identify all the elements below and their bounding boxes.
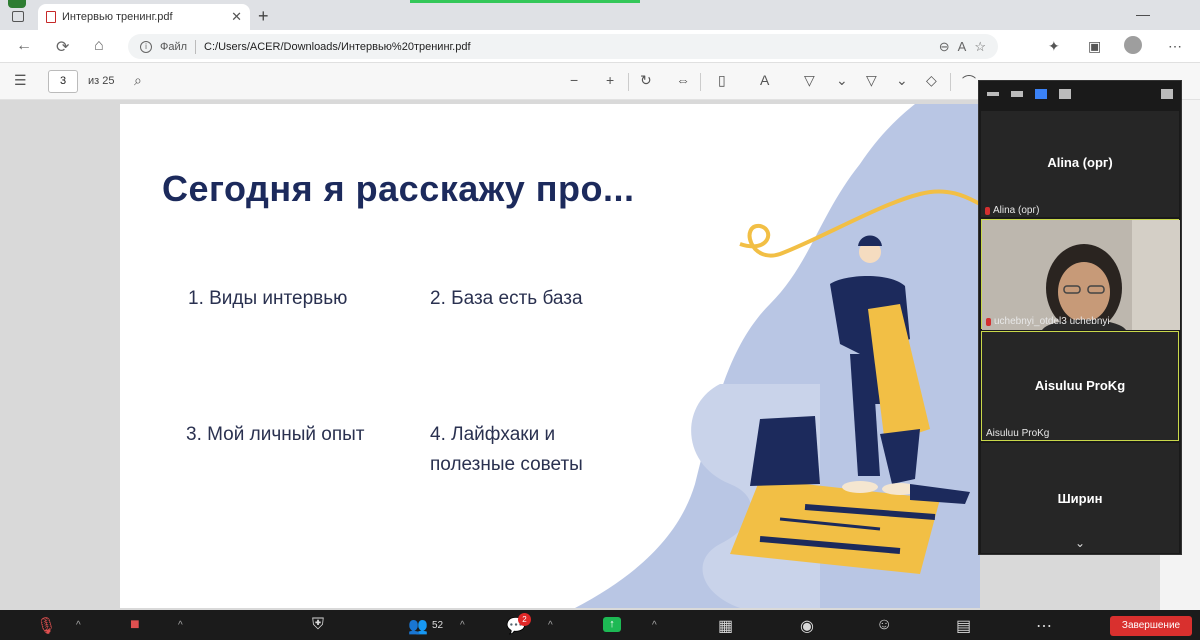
- participant-label: Alina (орг): [985, 205, 1039, 216]
- divider: [700, 73, 701, 91]
- slide-page: Сегодня я расскажу про... 1. Виды интерв…: [120, 104, 980, 608]
- participant-label-text: Alina (орг): [993, 205, 1040, 216]
- participant-name: Ширин: [1057, 491, 1103, 506]
- close-tab-icon[interactable]: ✕: [231, 9, 242, 25]
- omnibox[interactable]: i Файл C:/Users/ACER/Downloads/Интервью%…: [128, 34, 998, 59]
- page-view-icon[interactable]: ▯: [718, 72, 726, 89]
- minimize-panel-icon[interactable]: [987, 92, 999, 96]
- audio-caret-icon[interactable]: ^: [76, 620, 81, 631]
- chevron-down-icon[interactable]: ⌄: [1075, 536, 1085, 550]
- participant-label-text: uchebnyi_otdel3 uchebnyi: [994, 316, 1110, 327]
- home-icon[interactable]: ⌂: [94, 37, 104, 55]
- video-feed: [982, 220, 1180, 330]
- info-icon[interactable]: i: [140, 40, 152, 53]
- participants-caret-icon[interactable]: ^: [460, 620, 465, 631]
- rotate-icon[interactable]: ↻: [640, 72, 652, 89]
- refresh-icon[interactable]: ⟳: [56, 37, 69, 57]
- participants-count: 52: [432, 620, 444, 631]
- divider: [950, 73, 951, 91]
- eraser-icon[interactable]: ◇: [926, 72, 937, 89]
- muted-mic-icon: [985, 206, 990, 215]
- zoom-icon[interactable]: ⊖: [939, 39, 950, 55]
- participants-icon[interactable]: 👥: [408, 616, 428, 636]
- more-icon[interactable]: ⋯: [1168, 38, 1182, 55]
- divider: [195, 39, 197, 54]
- participant-tile[interactable]: Alina (орг) Alina (орг): [981, 111, 1179, 217]
- apps-icon[interactable]: ▤: [956, 616, 971, 636]
- screen: Интервью тренинг.pdf ✕ + — ← ⟳ ⌂ i Файл …: [0, 0, 1200, 640]
- profile-badge: [8, 0, 26, 8]
- security-icon[interactable]: ⛨: [312, 616, 324, 634]
- gallery-view-icon[interactable]: [1059, 89, 1071, 99]
- video-caret-icon[interactable]: ^: [178, 620, 183, 631]
- page-number-input[interactable]: 3: [48, 70, 78, 93]
- pdf-icon: [46, 11, 56, 23]
- agenda-item-4: 4. Лайфхаки и полезные советы: [430, 424, 583, 475]
- participant-name: Aisuluu ProKg: [1034, 378, 1126, 393]
- highlight-icon[interactable]: ▽: [866, 72, 877, 89]
- browser-tabstrip: Интервью тренинг.pdf ✕ + —: [0, 0, 1200, 30]
- highlight-caret-icon[interactable]: ⌄: [896, 72, 908, 89]
- find-icon[interactable]: ⌕: [134, 72, 142, 89]
- chat-caret-icon[interactable]: ^: [548, 620, 553, 631]
- participant-name: Alina (орг): [1047, 155, 1113, 170]
- draw-caret-icon[interactable]: ⌄: [836, 72, 848, 89]
- read-aloud-icon[interactable]: A: [760, 72, 769, 88]
- speaker-view-icon[interactable]: [1011, 91, 1023, 97]
- scheme-label: Файл: [160, 40, 188, 53]
- reactions-icon[interactable]: ☺: [876, 616, 892, 634]
- contents-icon[interactable]: ☰: [14, 72, 27, 89]
- loading-progress: [410, 0, 640, 3]
- slide-title: Сегодня я расскажу про...: [162, 168, 635, 209]
- zoom-toolbar: 🎙 ^ ■ ^ ⛨ 👥 52 ^ 💬 2 ^ ↑ ^ ▦ ◉ ☺ ▤ ⋯ Зав…: [0, 610, 1200, 640]
- chat-badge: 2: [518, 613, 531, 626]
- participant-video-tile[interactable]: uchebnyi_otdel3 uchebnyi: [981, 219, 1180, 330]
- participant-label: uchebnyi_otdel3 uchebnyi: [986, 316, 1110, 327]
- agenda-item-2: 2. База есть база: [430, 288, 583, 309]
- muted-mic-icon[interactable]: 🎙: [36, 616, 56, 636]
- participant-label: Aisuluu ProKg: [986, 428, 1049, 439]
- address-bar: ← ⟳ ⌂ i Файл C:/Users/ACER/Downloads/Инт…: [0, 30, 1200, 63]
- zoom-out-icon[interactable]: −: [570, 72, 578, 88]
- muted-mic-icon: [986, 317, 991, 326]
- extensions-icon[interactable]: ✦: [1048, 38, 1060, 55]
- fit-page-icon[interactable]: ⇔: [676, 72, 690, 88]
- tab-pdf[interactable]: Интервью тренинг.pdf ✕: [38, 4, 250, 30]
- back-icon[interactable]: ←: [16, 37, 32, 55]
- panel-options-icon[interactable]: [1161, 89, 1173, 99]
- record-icon[interactable]: ◉: [800, 616, 814, 636]
- agenda-item-1: 1. Виды интервью: [188, 288, 348, 309]
- person-shoe: [842, 481, 878, 493]
- zoom-gallery-panel[interactable]: Alina (орг) Alina (орг) uchebnyi_otdel3 …: [978, 80, 1182, 555]
- more-icon[interactable]: ⋯: [1036, 616, 1052, 636]
- page-count: из 25: [88, 75, 115, 87]
- draw-icon[interactable]: ▽: [804, 72, 815, 89]
- participant-tile[interactable]: Aisuluu ProKg Aisuluu ProKg: [981, 331, 1179, 441]
- navy-shade: [750, 416, 820, 486]
- collections-icon[interactable]: ▣: [1088, 38, 1101, 55]
- polls-icon[interactable]: ▦: [718, 616, 733, 636]
- text-icon[interactable]: ⌒: [962, 72, 976, 92]
- end-meeting-button[interactable]: Завершение: [1110, 616, 1192, 636]
- divider: [628, 73, 629, 91]
- minimize-icon[interactable]: —: [1136, 6, 1150, 22]
- zoom-in-icon[interactable]: +: [606, 72, 614, 88]
- share-screen-icon[interactable]: ↑: [603, 617, 621, 632]
- favorite-icon[interactable]: ☆: [974, 39, 986, 55]
- new-tab-button[interactable]: +: [258, 6, 269, 27]
- read-aloud-icon[interactable]: A: [958, 39, 967, 54]
- url-text[interactable]: C:/Users/ACER/Downloads/Интервью%20трени…: [204, 41, 931, 53]
- agenda-item-3: 3. Мой личный опыт: [186, 424, 365, 445]
- video-off-icon[interactable]: ■: [130, 616, 140, 634]
- tab-title: Интервью тренинг.pdf: [62, 11, 173, 23]
- strip-view-icon[interactable]: [1035, 89, 1047, 99]
- tab-actions-icon[interactable]: [12, 11, 24, 22]
- share-caret-icon[interactable]: ^: [652, 620, 657, 631]
- profile-avatar[interactable]: [1124, 36, 1142, 54]
- participant-label-text: Aisuluu ProKg: [986, 428, 1050, 439]
- panel-header: [979, 81, 1183, 111]
